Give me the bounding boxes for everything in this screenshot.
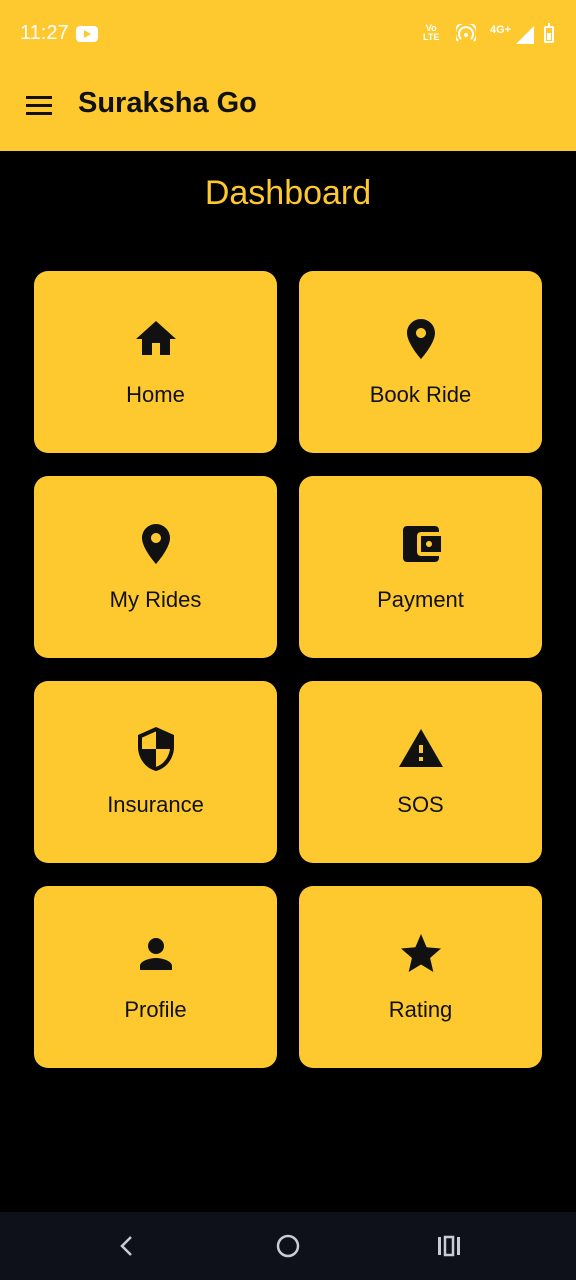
tile-label: Profile <box>124 997 187 1022</box>
recent-apps-icon[interactable] <box>437 1234 461 1258</box>
tile-my-rides[interactable]: My Rides <box>34 476 277 658</box>
tile-label: SOS <box>397 792 444 817</box>
person-icon <box>139 938 172 970</box>
shield-icon <box>137 727 174 771</box>
home-circle-icon[interactable] <box>276 1234 300 1258</box>
tile-label: Home <box>126 382 185 407</box>
youtube-notification-icon <box>76 26 98 42</box>
status-time: 11:27 <box>20 22 69 44</box>
volte-indicator: Vo LTE <box>423 24 439 42</box>
warning-icon <box>398 729 443 767</box>
tile-label: Insurance <box>107 792 204 817</box>
tile-label: Book Ride <box>369 382 472 407</box>
home-icon <box>135 321 176 355</box>
app-title: Suraksha Go <box>78 87 257 119</box>
tile-profile[interactable]: Profile <box>34 886 277 1068</box>
tile-payment[interactable]: Payment <box>299 476 542 658</box>
tile-rating[interactable]: Rating <box>299 886 542 1068</box>
tile-book-ride[interactable]: Book Ride <box>299 271 542 453</box>
page-title: Dashboard <box>204 174 372 212</box>
volte-bottom-label: LTE <box>423 32 440 42</box>
tile-label: Payment <box>377 587 464 612</box>
wallet-icon <box>402 526 441 562</box>
star-icon <box>400 934 441 972</box>
location-pin-icon <box>406 319 435 359</box>
status-bar: 11:27 Vo LTE 4G+ <box>0 0 576 70</box>
battery-icon <box>544 23 554 43</box>
back-icon[interactable] <box>116 1234 138 1258</box>
tile-label: Rating <box>388 997 453 1022</box>
tile-label: My Rides <box>109 587 202 612</box>
location-pin-icon <box>141 524 170 564</box>
tile-home[interactable]: Home <box>34 271 277 453</box>
hamburger-menu-icon[interactable] <box>26 96 52 116</box>
network-type-label: 4G+ <box>490 24 512 36</box>
tile-insurance[interactable]: Insurance <box>34 681 277 863</box>
tile-sos[interactable]: SOS <box>299 681 542 863</box>
signal-strength-icon <box>516 26 534 44</box>
hotspot-icon <box>456 24 476 42</box>
